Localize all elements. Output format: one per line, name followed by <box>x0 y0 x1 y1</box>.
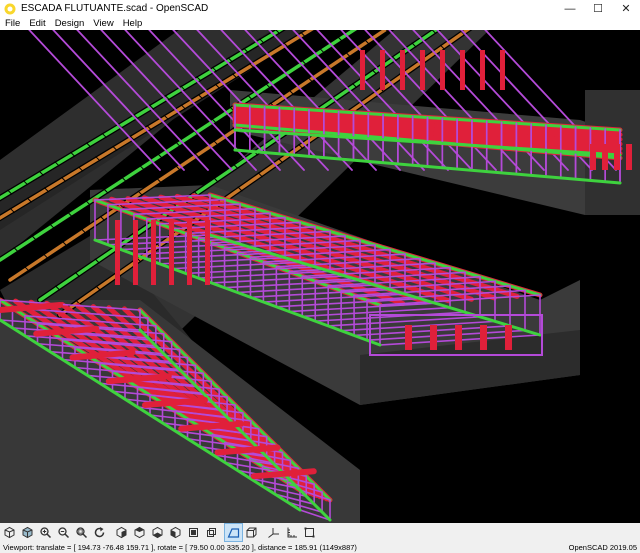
perspective-icon[interactable] <box>224 523 243 542</box>
view-toolbar <box>0 523 640 542</box>
view-right-icon[interactable] <box>113 524 130 541</box>
vertical-red-bar <box>380 50 385 90</box>
view-back-icon[interactable] <box>203 524 220 541</box>
middle-hanging-red-bar <box>205 220 210 285</box>
zoom-out-icon[interactable] <box>55 524 72 541</box>
menu-design[interactable]: Design <box>55 18 85 29</box>
middle-hanging-red-bar <box>169 220 174 285</box>
vertical-red-bar <box>500 50 505 90</box>
show-scale-icon[interactable] <box>283 524 300 541</box>
vertical-red-bar <box>460 50 465 90</box>
middle-hanging-red-bar <box>151 220 156 285</box>
middle-end-red-bar <box>430 325 437 350</box>
preview-icon[interactable] <box>1 524 18 541</box>
viewport-status: Viewport: translate = [ 194.73 -76.48 15… <box>3 543 357 552</box>
show-axes-icon[interactable] <box>265 524 282 541</box>
menu-edit[interactable]: Edit <box>29 18 45 29</box>
close-button[interactable]: ✕ <box>612 0 640 17</box>
orthogonal-icon[interactable] <box>243 524 260 541</box>
view-top-icon[interactable] <box>131 524 148 541</box>
menu-view[interactable]: View <box>93 18 113 29</box>
upper-end-red-bar <box>590 144 596 170</box>
middle-end-red-bar <box>505 325 512 350</box>
menu-file[interactable]: File <box>5 18 20 29</box>
zoom-all-icon[interactable] <box>73 524 90 541</box>
show-edges-icon[interactable] <box>301 524 318 541</box>
maximize-button[interactable]: ☐ <box>584 0 612 17</box>
vertical-red-bar <box>420 50 425 90</box>
reset-view-icon[interactable] <box>91 524 108 541</box>
middle-end-red-bar <box>480 325 487 350</box>
upper-end-red-bar <box>602 144 608 170</box>
middle-hanging-red-bar <box>133 220 138 285</box>
upper-end-red-bar <box>626 144 632 170</box>
middle-hanging-red-bar <box>115 220 120 285</box>
zoom-in-icon[interactable] <box>37 524 54 541</box>
vertical-red-bar <box>360 50 365 90</box>
middle-hanging-red-bar <box>187 220 192 285</box>
menu-help[interactable]: Help <box>123 18 143 29</box>
minimize-button[interactable]: — <box>556 0 584 17</box>
middle-end-red-bar <box>455 325 462 350</box>
render-icon[interactable] <box>19 524 36 541</box>
vertical-red-bar <box>480 50 485 90</box>
status-bar: Viewport: translate = [ 194.73 -76.48 15… <box>0 542 640 553</box>
middle-end-red-bar <box>405 325 412 350</box>
view-left-icon[interactable] <box>167 524 184 541</box>
version-label: OpenSCAD 2019.05 <box>568 543 637 552</box>
window-title: ESCADA FLUTUANTE.scad - OpenSCAD <box>21 3 209 14</box>
rebar-stair-model[interactable] <box>0 30 640 523</box>
vertical-red-bar <box>440 50 445 90</box>
view-bottom-icon[interactable] <box>149 524 166 541</box>
view-front-icon[interactable] <box>185 524 202 541</box>
menu-bar: File Edit Design View Help <box>0 17 640 30</box>
upper-end-red-bar <box>614 144 620 170</box>
vertical-red-bar <box>400 50 405 90</box>
title-bar: ESCADA FLUTUANTE.scad - OpenSCAD — ☐ ✕ <box>0 0 640 17</box>
3d-viewport[interactable] <box>0 30 640 523</box>
openscad-logo-icon <box>4 3 16 14</box>
